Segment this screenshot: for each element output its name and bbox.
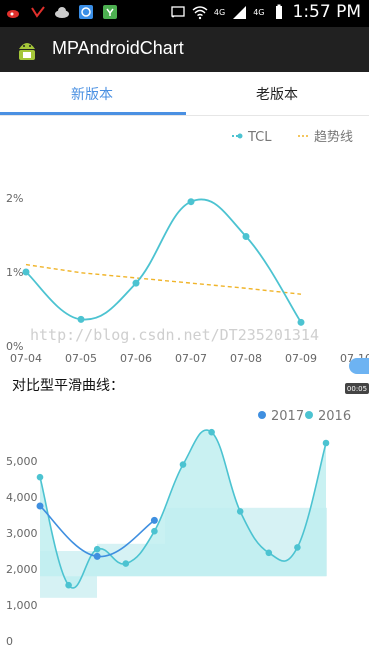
data-point-2016 [65,581,72,589]
x-tick-label: 07-05 [65,352,97,365]
app-bar: MPAndroidChart [0,27,369,72]
watermark: http://blog.csdn.net/DT235201314 [30,326,319,344]
legend-label-trend: 趋势线 [314,129,353,145]
y-tick-label: 3,000 [6,527,38,540]
data-point-2017 [36,502,44,510]
data-point-2016 [294,544,301,551]
cloud-icon [55,7,69,18]
app-title: MPAndroidChart [52,38,184,58]
data-point [77,315,85,323]
floating-ball-button[interactable] [349,358,369,374]
y-tick-label: 2% [6,192,23,205]
legend-dot-tcl [237,133,243,139]
data-point-2016 [93,545,101,553]
data-point [22,268,30,276]
legend-dot-2017 [258,411,266,419]
cast-icon [171,6,185,18]
data-point-2017 [93,552,101,560]
data-point [297,318,305,326]
y-tick-label: 2,000 [6,563,38,576]
legend-dot-2016 [305,411,313,419]
data-point [187,198,195,206]
x-tick-label: 07-04 [10,352,42,365]
data-point [132,279,140,287]
x-tick-label: 07-06 [120,352,152,365]
wechat-icon [31,6,45,18]
legend-label-2016: 2016 [318,409,351,424]
chart2-title: 对比型平滑曲线： [12,378,124,394]
signal-icon [233,6,247,19]
battery-icon [275,4,282,19]
data-point-2016 [236,508,244,515]
network-type-label: 4G [213,7,226,17]
line-chart[interactable]: 0%1%2%07-0407-0507-0607-0707-0807-0907-1… [0,118,369,368]
y-tick-label: 1% [6,266,23,279]
legend-label-2017: 2017 [271,409,304,424]
data-point [242,232,250,240]
clock: 1:57 PM [292,2,362,22]
tab-old-version[interactable]: 老版本 [185,72,369,116]
series-line-tcl [25,198,302,323]
tab-bar: 新版本 老版本 [0,72,369,116]
data-point-2016 [179,461,187,468]
network-type-label-2: 4G [253,7,265,17]
tab-new-version[interactable]: 新版本 [0,72,184,116]
x-tick-label: 07-07 [175,352,207,365]
floating-time-label: 00:05 [345,383,369,394]
data-point-2016 [36,473,44,481]
data-point-2016 [122,560,130,567]
y-tick-label: 5,000 [6,455,38,468]
data-point-2016 [151,527,158,535]
legend-label-tcl: TCL [247,130,272,145]
x-tick-label: 07-09 [285,352,317,365]
app-icon [103,5,117,19]
data-point-2016 [208,428,215,436]
area-chart[interactable]: 0 1,000 2,000 3,000 4,000 5,000 2017 2016 [0,400,369,651]
status-bar-right: 4G 4G 1:57 PM [170,2,361,22]
data-point-2016 [265,549,273,557]
x-tick-label: 07-08 [230,352,262,365]
android-icon [19,43,35,60]
trend-line [25,263,302,295]
status-bar-left [6,4,118,20]
y-tick-label: 0 [6,635,13,648]
data-point-2016 [322,439,330,447]
y-tick-label: 1,000 [6,599,38,612]
wifi-icon [192,6,208,20]
tab-indicator [0,112,186,115]
y-tick-label: 4,000 [6,491,38,504]
weibo-icon [7,10,19,18]
status-bar: 4G 4G 1:57 PM [0,0,369,27]
data-point-2017 [150,516,158,524]
browser-icon [79,5,93,19]
